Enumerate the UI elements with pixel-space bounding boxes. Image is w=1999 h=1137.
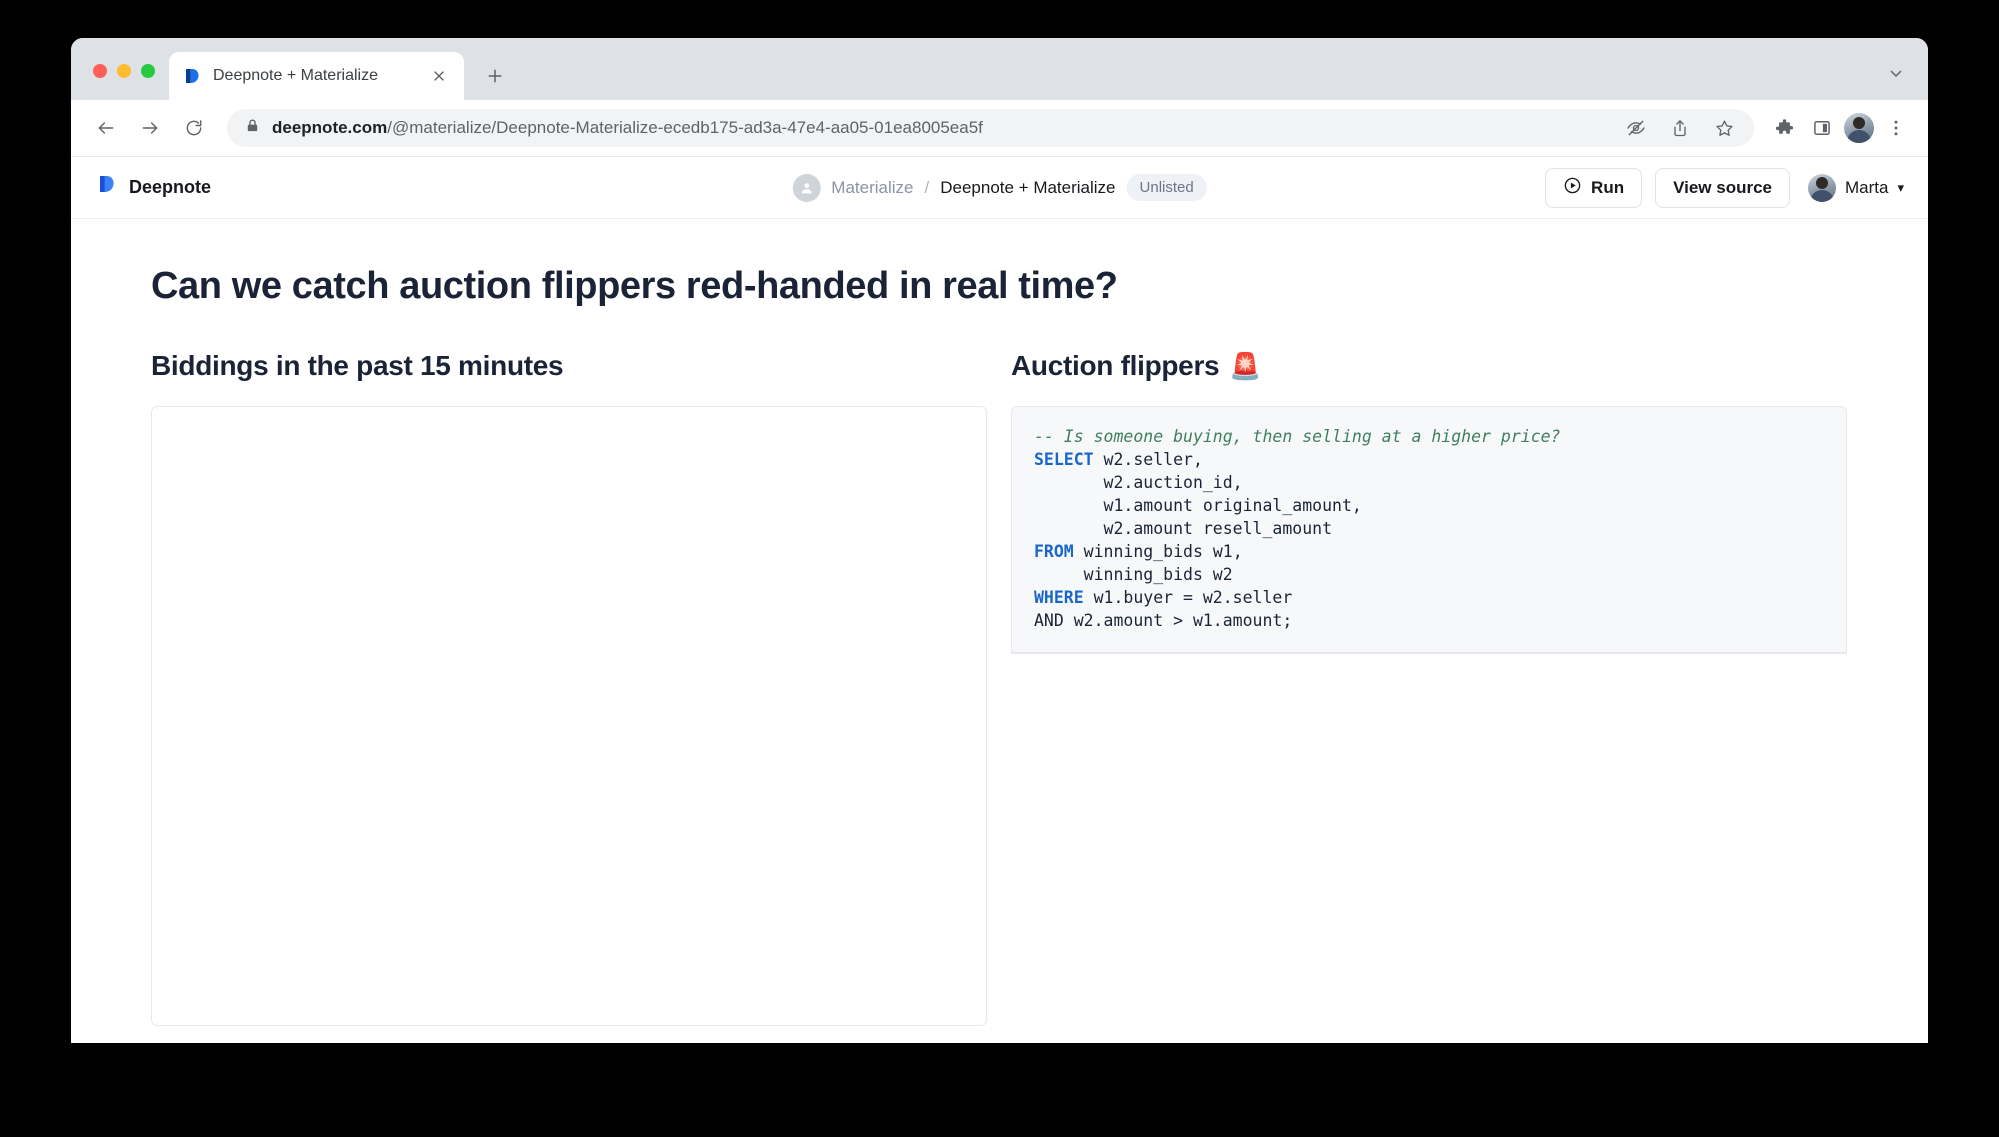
breadcrumb-project[interactable]: Deepnote + Materialize: [940, 178, 1115, 198]
table-section-title: Auction flippers 🚨: [1011, 350, 1847, 382]
breadcrumb-workspace[interactable]: Materialize: [831, 178, 913, 198]
right-column: Auction flippers 🚨 -- Is someone buying,…: [1011, 350, 1847, 1026]
maximize-window-button[interactable]: [141, 64, 155, 78]
chevron-down-icon: ▾: [1897, 179, 1904, 195]
forward-icon[interactable]: [131, 109, 169, 147]
kebab-menu-icon[interactable]: [1880, 112, 1912, 144]
app-header: Deepnote Materialize / Deepnote + Materi…: [71, 157, 1928, 219]
deepnote-brand[interactable]: Deepnote: [97, 174, 211, 201]
chart-section-title: Biddings in the past 15 minutes: [151, 350, 987, 382]
brand-name: Deepnote: [129, 177, 212, 197]
sql-code-block[interactable]: -- Is someone buying, then selling at a …: [1012, 407, 1846, 653]
notebook-body: Can we catch auction flippers red-handed…: [71, 219, 1928, 1043]
sql-cell: -- Is someone buying, then selling at a …: [1011, 406, 1847, 654]
window-traffic-lights: [71, 64, 169, 100]
minimize-window-button[interactable]: [117, 64, 131, 78]
view-source-button-label: View source: [1673, 177, 1772, 197]
star-icon[interactable]: [1708, 112, 1740, 144]
rotating-light-icon: 🚨: [1229, 351, 1262, 381]
deepnote-favicon-icon: [183, 66, 203, 86]
table-section-title-label: Auction flippers: [1011, 350, 1220, 381]
breadcrumb-separator: /: [924, 177, 930, 197]
header-actions: Run View source Marta ▾: [1545, 167, 1904, 208]
browser-tab[interactable]: Deepnote + Materialize: [169, 52, 464, 100]
run-button-label: Run: [1591, 177, 1625, 197]
notebook-columns: Biddings in the past 15 minutes Auction …: [151, 350, 1848, 1026]
extensions-puzzle-icon[interactable]: [1768, 112, 1800, 144]
chart-section-title-label: Biddings in the past 15 minutes: [151, 350, 564, 381]
left-column: Biddings in the past 15 minutes: [151, 350, 987, 1026]
bids-line-chart[interactable]: [178, 429, 962, 1009]
side-panel-icon[interactable]: [1806, 112, 1838, 144]
visibility-badge[interactable]: Unlisted: [1126, 174, 1207, 201]
omnibox-actions: [1620, 112, 1740, 144]
user-name: Marta: [1845, 177, 1889, 197]
page-title: Can we catch auction flippers red-handed…: [151, 265, 1118, 307]
breadcrumb: Materialize / Deepnote + Materialize Unl…: [792, 173, 1207, 202]
address-bar[interactable]: deepnote.com/@materialize/Deepnote-Mater…: [227, 109, 1754, 147]
share-icon[interactable]: [1664, 112, 1696, 144]
user-avatar: [1808, 173, 1836, 202]
back-icon[interactable]: [87, 109, 125, 147]
deepnote-logo-icon: [97, 174, 119, 201]
reload-icon[interactable]: [175, 109, 213, 147]
view-source-button[interactable]: View source: [1655, 167, 1790, 208]
chevron-down-icon[interactable]: [1888, 65, 1904, 86]
play-circle-icon: [1563, 176, 1582, 200]
eye-off-icon[interactable]: [1620, 112, 1652, 144]
url-path: /@materialize/Deepnote-Materialize-ecedb…: [387, 118, 983, 137]
user-menu[interactable]: Marta ▾: [1808, 173, 1904, 202]
chart-card: [151, 406, 987, 1026]
workspace-avatar-icon: [792, 173, 821, 202]
close-tab-icon[interactable]: [428, 65, 450, 87]
profile-avatar[interactable]: [1844, 113, 1874, 143]
run-button[interactable]: Run: [1545, 167, 1643, 208]
browser-tab-title: Deepnote + Materialize: [213, 67, 378, 84]
url-text: deepnote.com/@materialize/Deepnote-Mater…: [272, 118, 1608, 138]
new-tab-button[interactable]: [478, 59, 512, 93]
close-window-button[interactable]: [93, 64, 107, 78]
browser-window: Deepnote + Materialize deepnote.com/@mat…: [71, 38, 1928, 1043]
url-host: deepnote.com: [272, 118, 388, 137]
browser-tab-strip: Deepnote + Materialize: [71, 38, 1928, 100]
lock-icon: [245, 118, 260, 138]
browser-toolbar: deepnote.com/@materialize/Deepnote-Mater…: [71, 100, 1928, 157]
